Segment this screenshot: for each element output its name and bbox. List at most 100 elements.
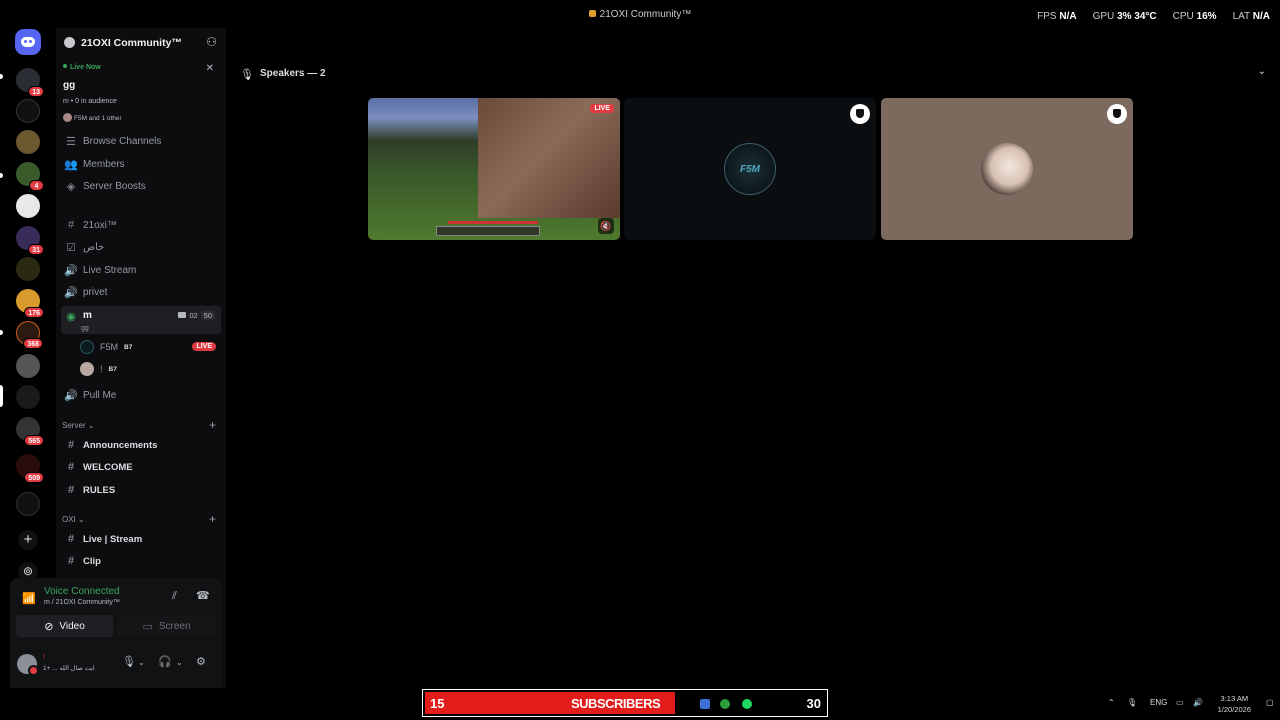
- stream-video: [478, 98, 620, 218]
- camera-icon: [178, 312, 187, 318]
- user-tag: B7: [108, 365, 117, 373]
- chevron-down-icon[interactable]: ⌄: [176, 658, 183, 667]
- video-button[interactable]: ⊘ Video: [16, 615, 113, 637]
- members[interactable]: 👥 Members: [61, 154, 221, 174]
- add-server-icon[interactable]: +: [18, 530, 38, 550]
- spotify-icon[interactable]: [742, 699, 752, 709]
- server-icon-8[interactable]: 176: [16, 289, 44, 318]
- xbox-icon[interactable]: [720, 699, 730, 709]
- server-icon-12[interactable]: 509: [16, 454, 44, 483]
- user-status: ايت صال الله ... +1: [43, 665, 95, 672]
- microphone-icon[interactable]: 🎙: [122, 655, 136, 668]
- server-icon-21oxi[interactable]: [16, 385, 40, 409]
- moderator-shield-icon: [850, 104, 870, 124]
- moderator-shield-icon: [1107, 104, 1127, 124]
- voice-status[interactable]: Voice Connected: [44, 586, 120, 597]
- voice-stage: 🎙 Speakers — 2 ⌄ LIVE 🔇 F5M: [226, 28, 1280, 688]
- subscriber-goal: 30: [806, 696, 821, 711]
- hash-icon: #: [67, 484, 75, 496]
- add-channel-icon[interactable]: +: [209, 512, 216, 526]
- live-now-label: Live Now: [63, 64, 101, 71]
- noise-suppression-icon[interactable]: ⫽: [172, 590, 177, 603]
- signal-icon[interactable]: 📶: [22, 592, 36, 605]
- participant-tile-2[interactable]: [881, 98, 1133, 240]
- settings-gear-icon[interactable]: ⚙: [196, 655, 206, 668]
- speaker-icon: 🔊: [64, 264, 78, 277]
- headphones-icon[interactable]: 🎧: [158, 655, 172, 668]
- microphone-icon[interactable]: 🎙: [1127, 698, 1137, 707]
- audience-meta: m • 0 in audience: [63, 98, 117, 105]
- user-avatar[interactable]: [17, 654, 39, 676]
- server-icon-1[interactable]: 13: [16, 68, 44, 97]
- stage-icon: ◉: [66, 311, 76, 323]
- volume-muted-icon[interactable]: 🔇: [598, 218, 614, 234]
- subscriber-count: 15: [430, 696, 445, 711]
- language-indicator[interactable]: ENG: [1150, 698, 1167, 707]
- channel-live-stream-text[interactable]: # Live | Stream: [61, 529, 221, 549]
- members-icon: 👥: [64, 158, 78, 171]
- hash-icon: #: [67, 461, 75, 473]
- unread-pip: [0, 74, 3, 79]
- avatar: [80, 362, 94, 376]
- server-icon-6[interactable]: 31: [16, 226, 44, 255]
- server-name: 21OXI Community™: [81, 37, 182, 49]
- watching-row: F5M and 1 other: [63, 113, 122, 122]
- f5m-logo: F5M: [740, 163, 760, 175]
- server-icon-11[interactable]: 565: [16, 417, 44, 446]
- server-icon-4[interactable]: 4: [16, 162, 44, 191]
- avatar: [80, 340, 94, 354]
- channel-pull-me[interactable]: 🔊 Pull Me: [61, 385, 221, 405]
- server-folder[interactable]: [16, 492, 40, 516]
- channel-21oxi[interactable]: #21oxi™: [61, 215, 221, 235]
- live-now-card[interactable]: Live Now ✕ gg m • 0 in audience F5M and …: [56, 58, 226, 128]
- server-icon: [588, 10, 596, 17]
- server-badge-icon: [64, 37, 75, 48]
- notifications-icon[interactable]: ▢: [1266, 698, 1274, 707]
- network-icon[interactable]: ▭: [1176, 698, 1184, 707]
- channel-welcome[interactable]: # WELCOME: [61, 457, 221, 477]
- voice-user-2[interactable]: ! B7: [80, 360, 220, 378]
- direct-messages-button[interactable]: [15, 29, 41, 55]
- close-icon[interactable]: ✕: [206, 63, 214, 74]
- clock[interactable]: 3:13 AM 1/20/2026: [1218, 693, 1251, 715]
- participant-tile-f5m[interactable]: F5M: [624, 98, 876, 240]
- performance-overlay: FPS N/A GPU 3% 34°C CPU 16% LAT N/A: [1037, 11, 1270, 22]
- voice-user-f5m[interactable]: F5M B7 LIVE: [80, 338, 220, 356]
- server-icon-5[interactable]: [16, 194, 40, 218]
- screen-share-button[interactable]: ▭ Screen: [118, 615, 215, 637]
- browse-icon: ☰: [66, 135, 76, 148]
- taskbar-app-icon[interactable]: [700, 699, 710, 709]
- title-bar: 21OXI Community™ FPS N/A GPU 3% 34°C CPU…: [0, 0, 1280, 28]
- category-oxi[interactable]: OXI ⌄ +: [62, 512, 220, 526]
- chevron-down-icon[interactable]: ⌄: [138, 658, 145, 667]
- channel-announcements[interactable]: # Announcements: [61, 435, 221, 455]
- channel-clip[interactable]: # Clip: [61, 551, 221, 571]
- channel-m-active[interactable]: ◉ m gg 02 50: [61, 306, 221, 334]
- hash-icon: #: [67, 555, 75, 567]
- volume-icon[interactable]: 🔊: [1193, 698, 1203, 707]
- voice-location[interactable]: m / 21OXI Community™: [44, 599, 120, 606]
- server-icon-7[interactable]: [16, 257, 40, 281]
- server-header[interactable]: 21OXI Community™ ⌄ ⚇: [56, 28, 226, 56]
- server-icon-2[interactable]: [16, 99, 40, 123]
- chevron-down-icon[interactable]: ⌄: [174, 34, 182, 45]
- invite-people-icon[interactable]: ⚇: [206, 35, 217, 49]
- unread-pip: [0, 330, 3, 335]
- avatar: F5M: [724, 143, 776, 195]
- channel-live-stream[interactable]: 🔊 Live Stream: [61, 260, 221, 280]
- server-icon-9[interactable]: 368: [16, 321, 43, 349]
- server-icon-10[interactable]: [16, 354, 40, 378]
- channel-rules[interactable]: # RULES: [61, 480, 221, 500]
- stream-tile[interactable]: LIVE 🔇: [368, 98, 620, 240]
- channel-private[interactable]: ☑ خاص: [61, 237, 221, 257]
- disconnect-icon[interactable]: ☎: [196, 589, 210, 602]
- category-server[interactable]: Server ⌄ +: [62, 418, 220, 432]
- channel-privet[interactable]: 🔊 privet: [61, 282, 221, 302]
- show-hidden-icon[interactable]: ⌃: [1108, 698, 1115, 707]
- server-icon-3[interactable]: [16, 130, 40, 154]
- hash-icon: #: [67, 219, 75, 231]
- chevron-down-icon[interactable]: ⌄: [1258, 66, 1266, 77]
- browse-channels[interactable]: ☰ Browse Channels: [61, 131, 221, 151]
- add-channel-icon[interactable]: +: [209, 418, 216, 432]
- server-boosts[interactable]: ◈ Server Boosts: [61, 176, 221, 196]
